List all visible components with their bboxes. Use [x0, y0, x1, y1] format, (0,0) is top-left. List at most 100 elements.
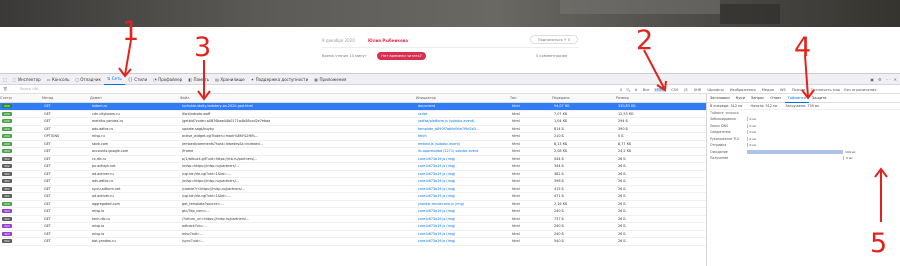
table-row[interactable]: 302 GET tech.rtb.ru /?return_url=https://ml…	[0, 216, 706, 223]
details-tab[interactable]: Запрос	[748, 94, 767, 103]
pause-icon[interactable]: II	[620, 88, 622, 92]
tab-inspector[interactable]: ⬚ Инспектор	[10, 74, 44, 85]
article-author[interactable]: Юлия Рыбникова	[368, 38, 408, 43]
more-icon[interactable]: ⋯	[886, 77, 890, 82]
filter-urls-input[interactable]: Поиск URL	[20, 87, 40, 91]
init-cell[interactable]: core.b673a19.js (img)	[416, 194, 510, 198]
column-header[interactable]: Тип	[510, 96, 552, 100]
init-cell[interactable]: core.b673a19.js (img)	[416, 179, 510, 183]
init-cell[interactable]: core.b673a19.js (img)	[416, 209, 510, 213]
tab-debugger[interactable]: ◻ Отладчик	[72, 74, 103, 85]
column-header[interactable]: Размер	[616, 96, 704, 100]
timing-track: 0 мс	[747, 136, 891, 141]
filter-все[interactable]: Все	[642, 88, 651, 92]
timing-bar	[747, 123, 748, 128]
filter-js[interactable]: JS	[683, 88, 688, 92]
comments-link[interactable]: 0 комментариев	[536, 54, 567, 58]
domain-cell: sbvk.com	[92, 141, 109, 146]
table-row[interactable]: 200 GET cdn.cityboom.ru/font/roboto.woff sc…	[0, 111, 706, 118]
close-icon[interactable]: ✕	[894, 77, 897, 82]
init-cell[interactable]: core.b673a19.js (img)	[416, 172, 510, 176]
table-row[interactable]: 200 GET metrika.yandex.ru/getbid?code=a087…	[0, 118, 706, 126]
annotation-4: 4	[794, 32, 812, 63]
init-cell[interactable]: /adfox/platform.js (subdoc.event)	[416, 119, 510, 123]
filter-медиа[interactable]: Медиа	[761, 88, 775, 92]
table-row[interactable]: 403 GET mlsp.io mlsc?aid=... core.b673a19.js…	[0, 231, 706, 238]
filter-xhr[interactable]: XHR	[693, 88, 703, 92]
table-row[interactable]: 302 GET sy.eu.adform.net/cookie?r=https://…	[0, 186, 706, 193]
tab-memory[interactable]: ◧ Память	[185, 74, 212, 85]
table-row[interactable]: 403 GET mlsp.io adtrack?cb=... core.b673a19.…	[0, 223, 706, 231]
disable-cache-checkbox[interactable]: Отключить кэш	[811, 88, 841, 92]
tab-styles[interactable]: {} Стили	[125, 74, 150, 85]
table-row[interactable]: 200 GET accounts.google.com/frame rb-apprel…	[0, 148, 706, 156]
table-row[interactable]: 200 GET ads.adfox.ru update.sagt/buyby templ…	[0, 126, 706, 133]
filter-прочее[interactable]: Прочее	[791, 88, 807, 92]
size-cell: 26 Б	[618, 194, 626, 199]
init-cell[interactable]: core.b673a19.js (img)	[416, 157, 510, 161]
subscribe-button[interactable]: Подписаться + 0	[530, 35, 578, 44]
filter-шрифты[interactable]: Шрифты	[706, 88, 724, 92]
column-header[interactable]: Домен	[90, 96, 180, 100]
details-tab[interactable]: Ответ	[767, 94, 784, 103]
dock-icon[interactable]: ▣	[870, 77, 874, 82]
details-tab[interactable]: Тайминги	[784, 94, 809, 103]
block-icon[interactable]: ⊘	[635, 88, 638, 92]
table-row[interactable]: 302 GET ads.adfox.ru/mlsp=https://mlsp.ru/…	[0, 178, 706, 186]
details-tab[interactable]: Защита	[809, 94, 830, 103]
init-cell[interactable]: rb-apprelodad (1271) subdoc.event	[416, 149, 510, 153]
status-badge: 302	[2, 179, 12, 184]
no-time-button[interactable]: Нет времени читать?	[377, 52, 426, 60]
domain-cell: ad.adriver.ru	[92, 194, 114, 199]
status-cell: 403	[0, 224, 42, 229]
tab-console[interactable]: ▭ Консоль	[44, 74, 73, 85]
throttling-select[interactable]: Без ограничения	[844, 88, 876, 92]
init-cell[interactable]: document	[416, 104, 510, 108]
init-cell[interactable]: ylander-render.min.js (img)	[416, 202, 510, 206]
table-row[interactable]: 302 GET px.adhigh.net/mlsp=https://mlsp.ru…	[0, 163, 706, 171]
search-icon[interactable]: 🔍	[626, 88, 630, 92]
tab-network[interactable]: ⇅ Сеть	[103, 74, 125, 85]
filter-ws[interactable]: WS	[779, 88, 787, 92]
table-row[interactable]: 302 GET ad.adriver.ru/cgi-bin/rle.cgi?sid=…	[0, 193, 706, 201]
filter-html[interactable]: HTML	[654, 87, 667, 92]
init-cell[interactable]: embed.js (subdoc.event)	[416, 142, 510, 146]
column-header[interactable]: Файл	[180, 96, 416, 100]
table-row[interactable]: 302 GET bat.yandex.ru/sync?uid=... core.b67…	[0, 238, 706, 246]
column-header[interactable]: Инициатор	[416, 96, 510, 100]
tab-accessibility[interactable]: ✦ Поддержка доступности	[248, 74, 312, 85]
timing-bar	[747, 130, 748, 135]
tab-storage[interactable]: ▤ Хранилище	[212, 74, 248, 85]
table-row[interactable]: 200 GET aggregated.com get_template?source=…	[0, 201, 706, 208]
status-badge: 302	[2, 216, 12, 221]
tab-profiler[interactable]: ◔ Профайлер	[150, 74, 185, 85]
details-tab[interactable]: Куки	[733, 94, 748, 103]
column-header[interactable]: Передано	[552, 96, 616, 100]
table-row[interactable]: 200 GET sbvk.com/embed/comments?host=lebed…	[0, 141, 706, 148]
init-cell[interactable]: core.b673a19.js (img)	[416, 164, 510, 168]
init-cell[interactable]: fetch	[416, 134, 510, 138]
init-cell[interactable]: core.b673a19.js (img)	[416, 232, 510, 236]
init-cell[interactable]: core.b673a19.js (img)	[416, 239, 510, 243]
column-header[interactable]: Статус	[0, 96, 42, 100]
init-cell[interactable]: template_b890f7ab9d94e7f9d2a3...	[416, 127, 510, 131]
table-row[interactable]: 204 OPTIONS mlsp.ru active_widget.cgi?token…	[0, 133, 706, 141]
element-picker-icon[interactable]: ⬚	[0, 74, 10, 85]
filter-css[interactable]: CSS	[670, 88, 679, 92]
details-tab[interactable]: Заголовки	[707, 94, 733, 103]
table-row[interactable]: 302 GET cs.rtb.ru p/1/adsuck.gif?uid=https:…	[0, 156, 706, 163]
file-cell: active_widget.cgi?token=mark%8f4%2f6%...	[182, 134, 259, 139]
table-row[interactable]: 302 GET ad.adriver.ru/cgi-bin/rle.cgi?sid=…	[0, 171, 706, 178]
console-icon: ▭	[46, 76, 51, 82]
table-row[interactable]: 200 GET ledom.ru luchshie-stoliy-lodotery-z…	[0, 103, 706, 111]
trash-icon[interactable]: 🗑	[3, 87, 8, 91]
init-cell[interactable]: script	[416, 112, 510, 116]
filter-изображения[interactable]: Изображения	[729, 88, 757, 92]
init-cell[interactable]: core.b673a19.js (img)	[416, 217, 510, 221]
column-header[interactable]: Метод	[42, 96, 90, 100]
tab-application[interactable]: ▦ Приложения	[311, 74, 349, 85]
init-cell[interactable]: core.b673a19.js (img)	[416, 224, 510, 228]
table-row[interactable]: 403 GET mlsp.io gtc/?dp_com=... core.b673a19…	[0, 208, 706, 216]
init-cell[interactable]: core.b673a19.js (img)	[416, 187, 510, 191]
settings-icon[interactable]: ⚙	[878, 77, 882, 82]
